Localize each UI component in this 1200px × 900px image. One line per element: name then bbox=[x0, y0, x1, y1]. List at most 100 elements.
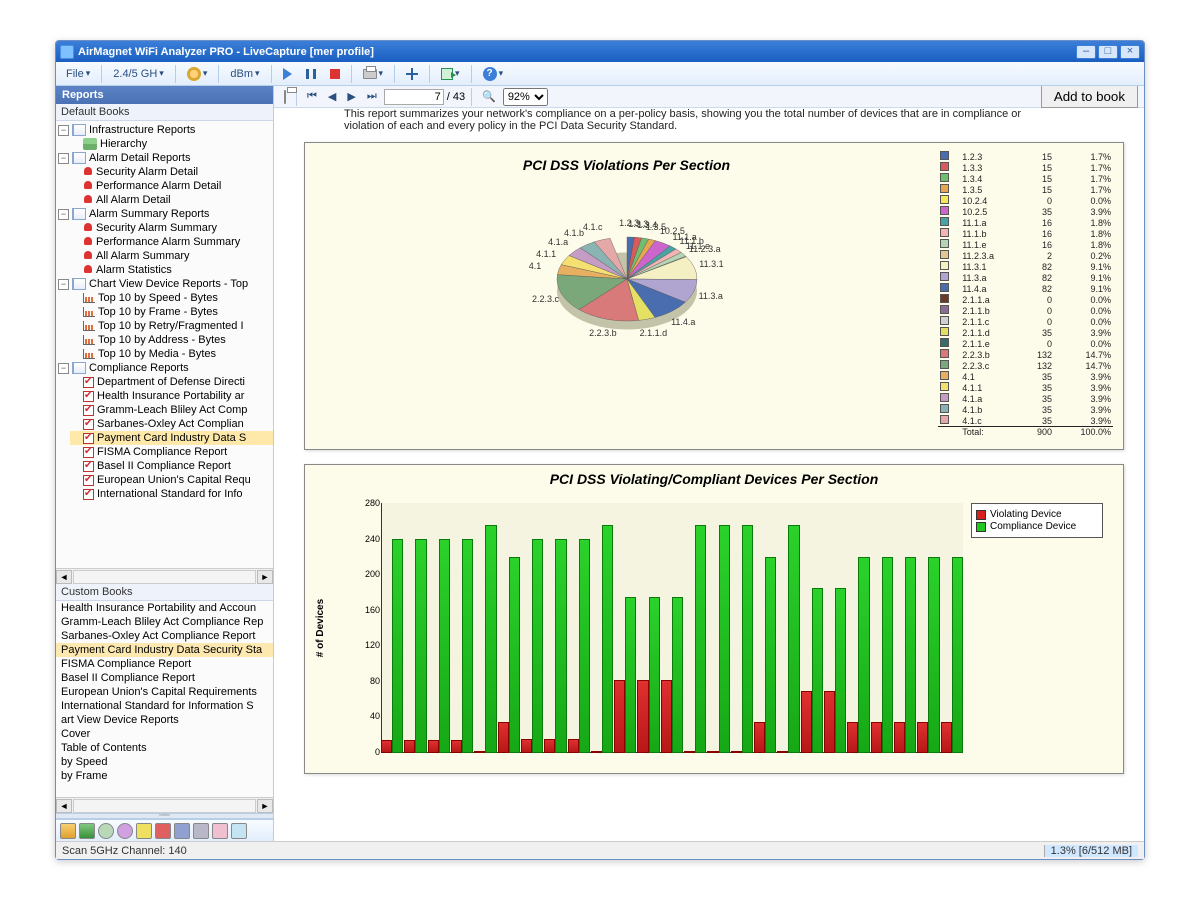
custom-book-item[interactable]: by Frame bbox=[56, 769, 273, 783]
tree-group[interactable]: −Chart View Device Reports - Top bbox=[56, 277, 273, 291]
tree-item[interactable]: Performance Alarm Detail bbox=[70, 179, 273, 193]
toggle-icon[interactable]: − bbox=[58, 209, 69, 220]
export-button[interactable]: ▾ bbox=[435, 66, 466, 82]
viewer-body[interactable]: This report summarizes your network's co… bbox=[274, 108, 1144, 841]
custom-book-item[interactable]: International Standard for Information S bbox=[56, 699, 273, 713]
hscroll-right[interactable]: ► bbox=[257, 570, 273, 584]
statusbar: Scan 5GHz Channel: 140 1.3% [6/512 MB] bbox=[56, 841, 1144, 859]
btm-icon-2[interactable] bbox=[79, 823, 95, 839]
stop-button[interactable] bbox=[324, 67, 346, 81]
tree-group[interactable]: −Alarm Detail Reports bbox=[56, 151, 273, 165]
close-button[interactable]: × bbox=[1120, 45, 1140, 59]
tree-item[interactable]: Top 10 by Media - Bytes bbox=[70, 347, 273, 361]
hscroll-track[interactable] bbox=[73, 570, 256, 584]
settings-button[interactable]: ▾ bbox=[181, 65, 214, 83]
tree-item[interactable]: Hierarchy bbox=[70, 137, 273, 151]
tree-label: Hierarchy bbox=[100, 138, 147, 150]
custom-book-item[interactable]: by Speed bbox=[56, 755, 273, 769]
tree-item[interactable]: Department of Defense Directi bbox=[70, 375, 273, 389]
custom-hscroll-right[interactable]: ► bbox=[257, 799, 273, 813]
tree-item[interactable]: Top 10 by Address - Bytes bbox=[70, 333, 273, 347]
tree-item[interactable]: Security Alarm Summary bbox=[70, 221, 273, 235]
tree-item[interactable]: International Standard for Info bbox=[70, 487, 273, 501]
btm-icon-5[interactable] bbox=[136, 823, 152, 839]
tree-item[interactable]: Top 10 by Frame - Bytes bbox=[70, 305, 273, 319]
custom-hscroll-track[interactable] bbox=[73, 799, 256, 813]
custom-book-item[interactable]: Sarbanes-Oxley Act Compliance Report bbox=[56, 629, 273, 643]
tree-item[interactable]: European Union's Capital Requ bbox=[70, 473, 273, 487]
tree-group[interactable]: −Alarm Summary Reports bbox=[56, 207, 273, 221]
pause-button[interactable] bbox=[300, 67, 322, 81]
default-books-tree[interactable]: −Infrastructure ReportsHierarchy−Alarm D… bbox=[56, 121, 273, 568]
btm-icon-9[interactable] bbox=[212, 823, 228, 839]
export-icon bbox=[441, 68, 453, 80]
tree-item[interactable]: Top 10 by Retry/Fragmented I bbox=[70, 319, 273, 333]
pie-legend: 1.2.3151.7%1.3.3151.7%1.3.4151.7%1.3.515… bbox=[938, 151, 1113, 437]
add-to-book-button[interactable]: Add to book bbox=[1041, 86, 1138, 108]
hscroll-left[interactable]: ◄ bbox=[56, 570, 72, 584]
btm-icon-1[interactable] bbox=[60, 823, 76, 839]
viewer-print-icon[interactable] bbox=[280, 90, 290, 104]
next-page-button[interactable]: ▶ bbox=[343, 89, 359, 104]
print-button[interactable]: ▾ bbox=[357, 66, 390, 81]
custom-book-item[interactable]: art View Device Reports bbox=[56, 713, 273, 727]
tree-item[interactable]: Basel II Compliance Report bbox=[70, 459, 273, 473]
tree-group[interactable]: −Infrastructure Reports bbox=[56, 123, 273, 137]
tree-item[interactable]: Sarbanes-Oxley Act Complian bbox=[70, 417, 273, 431]
move-button[interactable] bbox=[400, 66, 424, 82]
tree-item[interactable]: FISMA Compliance Report bbox=[70, 445, 273, 459]
btm-icon-8[interactable] bbox=[193, 823, 209, 839]
toggle-icon[interactable]: − bbox=[58, 125, 69, 136]
custom-books-list[interactable]: Health Insurance Portability and AccounG… bbox=[56, 601, 273, 783]
zoom-icon[interactable]: 🔍 bbox=[478, 89, 500, 104]
tree-item[interactable]: Performance Alarm Summary bbox=[70, 235, 273, 249]
zoom-select[interactable]: 92% bbox=[503, 88, 548, 106]
btm-icon-6[interactable] bbox=[155, 823, 171, 839]
tree-item[interactable]: All Alarm Summary bbox=[70, 249, 273, 263]
tree-hscroll[interactable]: ◄ ► bbox=[56, 568, 273, 584]
help-button[interactable]: ?▾ bbox=[477, 65, 510, 83]
tree-item[interactable]: All Alarm Detail bbox=[70, 193, 273, 207]
tree-item[interactable]: Payment Card Industry Data S bbox=[70, 431, 273, 445]
custom-book-item[interactable]: Basel II Compliance Report bbox=[56, 671, 273, 685]
btm-icon-7[interactable] bbox=[174, 823, 190, 839]
book-icon bbox=[72, 152, 86, 164]
tree-item[interactable]: Gramm-Leach Bliley Act Comp bbox=[70, 403, 273, 417]
minimize-button[interactable]: – bbox=[1076, 45, 1096, 59]
book-icon bbox=[72, 362, 86, 374]
last-page-button[interactable]: ⏭ bbox=[363, 89, 381, 104]
titlebar[interactable]: AirMagnet WiFi Analyzer PRO - LiveCaptur… bbox=[56, 41, 1144, 62]
first-page-button[interactable]: ⏮ bbox=[303, 89, 321, 104]
toggle-icon[interactable]: − bbox=[58, 363, 69, 374]
custom-book-item[interactable]: European Union's Capital Requirements bbox=[56, 685, 273, 699]
btm-icon-10[interactable] bbox=[231, 823, 247, 839]
dbm-selector[interactable]: dBm▾ bbox=[224, 66, 265, 82]
custom-book-item[interactable]: Health Insurance Portability and Accoun bbox=[56, 601, 273, 615]
tree-item[interactable]: Top 10 by Speed - Bytes bbox=[70, 291, 273, 305]
file-menu[interactable]: File▾ bbox=[60, 66, 96, 82]
custom-book-item[interactable]: FISMA Compliance Report bbox=[56, 657, 273, 671]
custom-hscroll-left[interactable]: ◄ bbox=[56, 799, 72, 813]
tree-item[interactable]: Health Insurance Portability ar bbox=[70, 389, 273, 403]
toggle-icon[interactable]: − bbox=[58, 279, 69, 290]
toggle-icon[interactable]: − bbox=[58, 153, 69, 164]
custom-book-item[interactable]: Payment Card Industry Data Security Sta bbox=[56, 643, 273, 657]
page-input[interactable] bbox=[384, 89, 444, 105]
maximize-button[interactable]: □ bbox=[1098, 45, 1118, 59]
custom-book-item[interactable]: Cover bbox=[56, 727, 273, 741]
custom-book-item[interactable]: Table of Contents bbox=[56, 741, 273, 755]
custom-hscroll[interactable]: ◄ ► bbox=[56, 797, 273, 813]
custom-book-item[interactable]: Gramm-Leach Bliley Act Compliance Rep bbox=[56, 615, 273, 629]
prev-page-button[interactable]: ◀ bbox=[324, 89, 340, 104]
btm-icon-3[interactable] bbox=[98, 823, 114, 839]
app-window: AirMagnet WiFi Analyzer PRO - LiveCaptur… bbox=[55, 40, 1145, 860]
btm-icon-4[interactable] bbox=[117, 823, 133, 839]
tree-item[interactable]: Alarm Statistics bbox=[70, 263, 273, 277]
tree-label: Top 10 by Frame - Bytes bbox=[98, 306, 218, 318]
play-button[interactable] bbox=[277, 66, 298, 82]
move-icon bbox=[406, 68, 418, 80]
tree-group[interactable]: −Compliance Reports bbox=[56, 361, 273, 375]
band-selector[interactable]: 2.4/5 GH▾ bbox=[107, 66, 170, 82]
sidebar-bottom-toolbar bbox=[56, 819, 273, 841]
tree-item[interactable]: Security Alarm Detail bbox=[70, 165, 273, 179]
